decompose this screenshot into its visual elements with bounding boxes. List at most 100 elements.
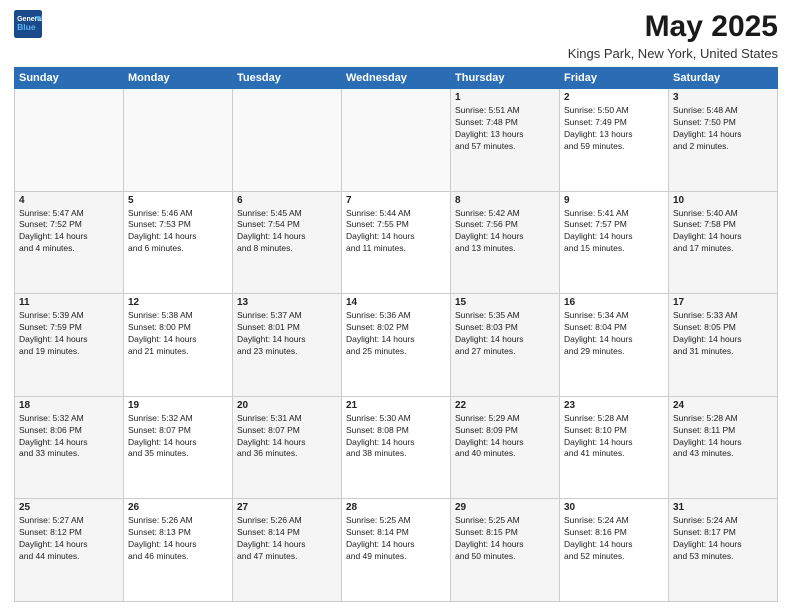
day-number: 19 (128, 400, 228, 411)
day-number: 15 (455, 297, 555, 308)
day-number: 25 (19, 502, 119, 513)
day-number: 1 (455, 92, 555, 103)
day-number: 20 (237, 400, 337, 411)
day-number: 18 (19, 400, 119, 411)
day-cell (124, 89, 233, 192)
day-cell: 14Sunrise: 5:36 AM Sunset: 8:02 PM Dayli… (342, 294, 451, 397)
logo-icon: General Blue (14, 10, 42, 38)
day-cell: 16 Sunrise: 5:34 AM Sunset: 8:04 PM Dayli… (560, 294, 669, 397)
day-info: Sunrise: 5:32 AM Sunset: 8:06 PM Dayligh… (19, 413, 119, 461)
day-number: 9 (564, 195, 664, 206)
day-info: Sunrise: 5:35 AM Sunset: 8:03 PM Dayligh… (455, 310, 555, 358)
day-info: Sunrise: 5:45 AM Sunset: 7:54 PM Dayligh… (237, 208, 337, 256)
week-row-3: 11Sunrise: 5:39 AM Sunset: 7:59 PM Dayli… (15, 294, 778, 397)
day-info: Sunrise: 5:32 AM Sunset: 8:07 PM Dayligh… (128, 413, 228, 461)
day-number: 24 (673, 400, 773, 411)
day-cell: 17 Sunrise: 5:33 AM Sunset: 8:05 PM Dayli… (669, 294, 778, 397)
header: General Blue May 2025 Kings Park, New Yo… (14, 10, 778, 61)
day-number: 10 (673, 195, 773, 206)
day-number: 31 (673, 502, 773, 513)
day-number: 16 (564, 297, 664, 308)
day-cell (342, 89, 451, 192)
day-info: Sunrise: 5:50 AM Sunset: 7:49 PM Dayligh… (564, 105, 664, 153)
day-info: Sunrise: 5:28 AM Sunset: 8:10 PM Dayligh… (564, 413, 664, 461)
day-cell: 13Sunrise: 5:37 AM Sunset: 8:01 PM Dayli… (233, 294, 342, 397)
day-number: 17 (673, 297, 773, 308)
day-cell: 11Sunrise: 5:39 AM Sunset: 7:59 PM Dayli… (15, 294, 124, 397)
day-number: 4 (19, 195, 119, 206)
logo: General Blue (14, 10, 42, 38)
day-cell: 3 Sunrise: 5:48 AM Sunset: 7:50 PM Daylig… (669, 89, 778, 192)
day-info: Sunrise: 5:26 AM Sunset: 8:14 PM Dayligh… (237, 515, 337, 563)
day-info: Sunrise: 5:27 AM Sunset: 8:12 PM Dayligh… (19, 515, 119, 563)
day-info: Sunrise: 5:47 AM Sunset: 7:52 PM Dayligh… (19, 208, 119, 256)
day-info: Sunrise: 5:37 AM Sunset: 8:01 PM Dayligh… (237, 310, 337, 358)
day-number: 3 (673, 92, 773, 103)
day-info: Sunrise: 5:24 AM Sunset: 8:16 PM Dayligh… (564, 515, 664, 563)
header-saturday: Saturday (669, 68, 778, 89)
day-info: Sunrise: 5:30 AM Sunset: 8:08 PM Dayligh… (346, 413, 446, 461)
day-number: 21 (346, 400, 446, 411)
day-number: 5 (128, 195, 228, 206)
day-cell: 12 Sunrise: 5:38 AM Sunset: 8:00 PM Dayli… (124, 294, 233, 397)
day-number: 27 (237, 502, 337, 513)
day-cell: 28 Sunrise: 5:25 AM Sunset: 8:14 PM Dayli… (342, 499, 451, 602)
day-cell: 27 Sunrise: 5:26 AM Sunset: 8:14 PM Dayli… (233, 499, 342, 602)
day-info: Sunrise: 5:48 AM Sunset: 7:50 PM Dayligh… (673, 105, 773, 153)
day-number: 14 (346, 297, 446, 308)
day-number: 28 (346, 502, 446, 513)
week-row-4: 18 Sunrise: 5:32 AM Sunset: 8:06 PM Dayli… (15, 396, 778, 499)
day-cell: 9 Sunrise: 5:41 AM Sunset: 7:57 PM Daylig… (560, 191, 669, 294)
day-cell: 31 Sunrise: 5:24 AM Sunset: 8:17 PM Dayli… (669, 499, 778, 602)
day-number: 6 (237, 195, 337, 206)
day-info: Sunrise: 5:38 AM Sunset: 8:00 PM Dayligh… (128, 310, 228, 358)
day-info: Sunrise: 5:34 AM Sunset: 8:04 PM Dayligh… (564, 310, 664, 358)
week-row-5: 25 Sunrise: 5:27 AM Sunset: 8:12 PM Dayli… (15, 499, 778, 602)
day-info: Sunrise: 5:28 AM Sunset: 8:11 PM Dayligh… (673, 413, 773, 461)
subtitle: Kings Park, New York, United States (568, 46, 778, 61)
day-number: 12 (128, 297, 228, 308)
header-tuesday: Tuesday (233, 68, 342, 89)
day-info: Sunrise: 5:31 AM Sunset: 8:07 PM Dayligh… (237, 413, 337, 461)
day-info: Sunrise: 5:44 AM Sunset: 7:55 PM Dayligh… (346, 208, 446, 256)
day-cell: 25 Sunrise: 5:27 AM Sunset: 8:12 PM Dayli… (15, 499, 124, 602)
day-cell (15, 89, 124, 192)
day-info: Sunrise: 5:40 AM Sunset: 7:58 PM Dayligh… (673, 208, 773, 256)
week-row-2: 4 Sunrise: 5:47 AM Sunset: 7:52 PM Daylig… (15, 191, 778, 294)
day-info: Sunrise: 5:51 AM Sunset: 7:48 PM Dayligh… (455, 105, 555, 153)
day-info: Sunrise: 5:25 AM Sunset: 8:14 PM Dayligh… (346, 515, 446, 563)
week-row-1: 1 Sunrise: 5:51 AM Sunset: 7:48 PM Daylig… (15, 89, 778, 192)
day-cell: 10 Sunrise: 5:40 AM Sunset: 7:58 PM Dayli… (669, 191, 778, 294)
day-cell: 22Sunrise: 5:29 AM Sunset: 8:09 PM Dayli… (451, 396, 560, 499)
title-block: May 2025 Kings Park, New York, United St… (568, 10, 778, 61)
day-cell: 1 Sunrise: 5:51 AM Sunset: 7:48 PM Daylig… (451, 89, 560, 192)
day-info: Sunrise: 5:29 AM Sunset: 8:09 PM Dayligh… (455, 413, 555, 461)
day-info: Sunrise: 5:33 AM Sunset: 8:05 PM Dayligh… (673, 310, 773, 358)
day-cell: 4 Sunrise: 5:47 AM Sunset: 7:52 PM Daylig… (15, 191, 124, 294)
day-cell: 30 Sunrise: 5:24 AM Sunset: 8:16 PM Dayli… (560, 499, 669, 602)
day-number: 11 (19, 297, 119, 308)
day-cell: 24 Sunrise: 5:28 AM Sunset: 8:11 PM Dayli… (669, 396, 778, 499)
day-cell (233, 89, 342, 192)
day-info: Sunrise: 5:42 AM Sunset: 7:56 PM Dayligh… (455, 208, 555, 256)
day-cell: 15 Sunrise: 5:35 AM Sunset: 8:03 PM Dayli… (451, 294, 560, 397)
day-info: Sunrise: 5:24 AM Sunset: 8:17 PM Dayligh… (673, 515, 773, 563)
day-cell: 26Sunrise: 5:26 AM Sunset: 8:13 PM Dayli… (124, 499, 233, 602)
svg-text:Blue: Blue (17, 22, 36, 32)
day-number: 30 (564, 502, 664, 513)
header-thursday: Thursday (451, 68, 560, 89)
day-cell: 2Sunrise: 5:50 AM Sunset: 7:49 PM Daylig… (560, 89, 669, 192)
day-cell: 20 Sunrise: 5:31 AM Sunset: 8:07 PM Dayli… (233, 396, 342, 499)
day-cell: 8Sunrise: 5:42 AM Sunset: 7:56 PM Daylig… (451, 191, 560, 294)
day-cell: 19 Sunrise: 5:32 AM Sunset: 8:07 PM Dayli… (124, 396, 233, 499)
day-cell: 5Sunrise: 5:46 AM Sunset: 7:53 PM Daylig… (124, 191, 233, 294)
day-cell: 23 Sunrise: 5:28 AM Sunset: 8:10 PM Dayli… (560, 396, 669, 499)
day-number: 7 (346, 195, 446, 206)
page: General Blue May 2025 Kings Park, New Yo… (0, 0, 792, 612)
day-info: Sunrise: 5:41 AM Sunset: 7:57 PM Dayligh… (564, 208, 664, 256)
day-cell: 21 Sunrise: 5:30 AM Sunset: 8:08 PM Dayli… (342, 396, 451, 499)
day-number: 23 (564, 400, 664, 411)
calendar-header-row: Sunday Monday Tuesday Wednesday Thursday… (15, 68, 778, 89)
header-wednesday: Wednesday (342, 68, 451, 89)
day-cell: 18 Sunrise: 5:32 AM Sunset: 8:06 PM Dayli… (15, 396, 124, 499)
